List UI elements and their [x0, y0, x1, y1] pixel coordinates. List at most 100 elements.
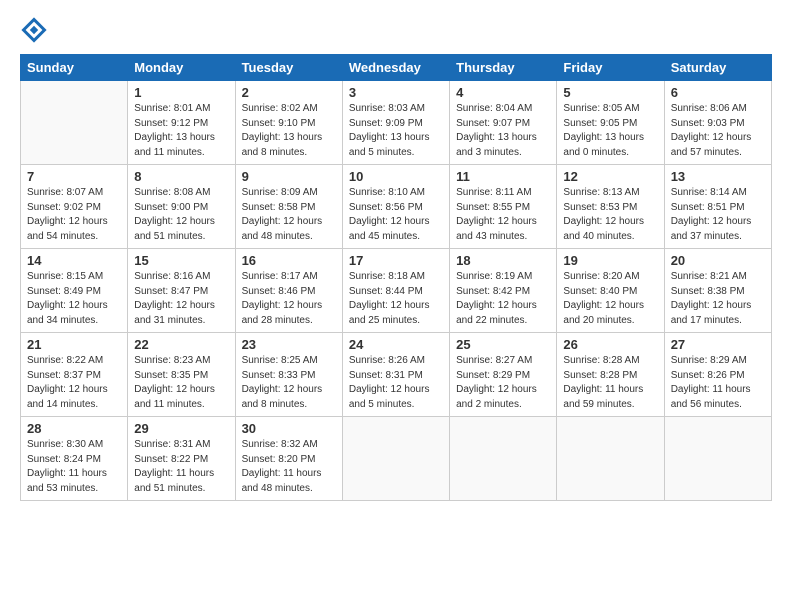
calendar-cell: 26 Sunrise: 8:28 AM Sunset: 8:28 PM Dayli… [557, 333, 664, 417]
calendar-cell: 23Sunrise: 8:25 AM Sunset: 8:33 PM Dayli… [235, 333, 342, 417]
calendar-week-3: 14 Sunrise: 8:15 AM Sunset: 8:49 PM Dayli… [21, 249, 772, 333]
calendar-cell: 7 Sunrise: 8:07 AM Sunset: 9:02 PM Daylig… [21, 165, 128, 249]
day-number: 3 [349, 85, 443, 100]
day-info: Sunrise: 8:28 AM Sunset: 8:28 PM Dayligh… [563, 354, 657, 412]
day-info: Sunrise: 8:03 AM Sunset: 9:09 PM Dayligh… [349, 102, 443, 160]
day-info: Sunrise: 8:17 AM Sunset: 8:46 PM Dayligh… [242, 270, 336, 328]
day-number: 22 [134, 337, 228, 352]
calendar-cell [342, 417, 449, 501]
calendar-cell: 27 Sunrise: 8:29 AM Sunset: 8:26 PM Dayli… [664, 333, 771, 417]
calendar-cell: 20 Sunrise: 8:21 AM Sunset: 8:38 PM Dayli… [664, 249, 771, 333]
calendar-week-5: 28 Sunrise: 8:30 AM Sunset: 8:24 PM Dayli… [21, 417, 772, 501]
day-info: Sunrise: 8:08 AM Sunset: 9:00 PM Dayligh… [134, 186, 228, 244]
day-number: 18 [456, 253, 550, 268]
day-number: 9 [242, 169, 336, 184]
day-number: 11 [456, 169, 550, 184]
calendar-header-row: SundayMondayTuesdayWednesdayThursdayFrid… [21, 55, 772, 81]
calendar-cell: 3 Sunrise: 8:03 AM Sunset: 9:09 PM Daylig… [342, 81, 449, 165]
day-info: Sunrise: 8:22 AM Sunset: 8:37 PM Dayligh… [27, 354, 121, 412]
day-number: 29 [134, 421, 228, 436]
day-number: 20 [671, 253, 765, 268]
day-info: Sunrise: 8:19 AM Sunset: 8:42 PM Dayligh… [456, 270, 550, 328]
day-info: Sunrise: 8:23 AM Sunset: 8:35 PM Dayligh… [134, 354, 228, 412]
calendar-week-4: 21Sunrise: 8:22 AM Sunset: 8:37 PM Dayli… [21, 333, 772, 417]
calendar-cell: 15Sunrise: 8:16 AM Sunset: 8:47 PM Dayli… [128, 249, 235, 333]
day-number: 19 [563, 253, 657, 268]
day-info: Sunrise: 8:05 AM Sunset: 9:05 PM Dayligh… [563, 102, 657, 160]
calendar-cell: 29 Sunrise: 8:31 AM Sunset: 8:22 PM Dayli… [128, 417, 235, 501]
day-number: 2 [242, 85, 336, 100]
day-info: Sunrise: 8:31 AM Sunset: 8:22 PM Dayligh… [134, 438, 228, 496]
day-info: Sunrise: 8:21 AM Sunset: 8:38 PM Dayligh… [671, 270, 765, 328]
day-number: 7 [27, 169, 121, 184]
day-info: Sunrise: 8:01 AM Sunset: 9:12 PM Dayligh… [134, 102, 228, 160]
calendar-cell: 17 Sunrise: 8:18 AM Sunset: 8:44 PM Dayli… [342, 249, 449, 333]
calendar-cell: 9 Sunrise: 8:09 AM Sunset: 8:58 PM Daylig… [235, 165, 342, 249]
day-number: 5 [563, 85, 657, 100]
day-number: 27 [671, 337, 765, 352]
day-info: Sunrise: 8:20 AM Sunset: 8:40 PM Dayligh… [563, 270, 657, 328]
calendar-cell: 19 Sunrise: 8:20 AM Sunset: 8:40 PM Dayli… [557, 249, 664, 333]
calendar-cell: 21Sunrise: 8:22 AM Sunset: 8:37 PM Dayli… [21, 333, 128, 417]
day-info: Sunrise: 8:29 AM Sunset: 8:26 PM Dayligh… [671, 354, 765, 412]
day-header-sunday: Sunday [21, 55, 128, 81]
day-number: 14 [27, 253, 121, 268]
calendar-cell: 11 Sunrise: 8:11 AM Sunset: 8:55 PM Dayli… [450, 165, 557, 249]
calendar-cell: 28 Sunrise: 8:30 AM Sunset: 8:24 PM Dayli… [21, 417, 128, 501]
day-info: Sunrise: 8:25 AM Sunset: 8:33 PM Dayligh… [242, 354, 336, 412]
day-info: Sunrise: 8:14 AM Sunset: 8:51 PM Dayligh… [671, 186, 765, 244]
calendar-week-2: 7 Sunrise: 8:07 AM Sunset: 9:02 PM Daylig… [21, 165, 772, 249]
calendar-cell: 16 Sunrise: 8:17 AM Sunset: 8:46 PM Dayli… [235, 249, 342, 333]
day-number: 4 [456, 85, 550, 100]
calendar-cell: 2 Sunrise: 8:02 AM Sunset: 9:10 PM Daylig… [235, 81, 342, 165]
calendar-cell: 10Sunrise: 8:10 AM Sunset: 8:56 PM Dayli… [342, 165, 449, 249]
calendar-cell: 25 Sunrise: 8:27 AM Sunset: 8:29 PM Dayli… [450, 333, 557, 417]
day-number: 24 [349, 337, 443, 352]
day-number: 8 [134, 169, 228, 184]
day-info: Sunrise: 8:30 AM Sunset: 8:24 PM Dayligh… [27, 438, 121, 496]
day-info: Sunrise: 8:02 AM Sunset: 9:10 PM Dayligh… [242, 102, 336, 160]
day-info: Sunrise: 8:13 AM Sunset: 8:53 PM Dayligh… [563, 186, 657, 244]
day-header-wednesday: Wednesday [342, 55, 449, 81]
calendar: SundayMondayTuesdayWednesdayThursdayFrid… [20, 54, 772, 501]
calendar-cell: 8 Sunrise: 8:08 AM Sunset: 9:00 PM Daylig… [128, 165, 235, 249]
calendar-cell [450, 417, 557, 501]
page: SundayMondayTuesdayWednesdayThursdayFrid… [0, 0, 792, 612]
day-number: 15 [134, 253, 228, 268]
calendar-cell: 13 Sunrise: 8:14 AM Sunset: 8:51 PM Dayli… [664, 165, 771, 249]
day-number: 6 [671, 85, 765, 100]
logo-icon [20, 16, 48, 44]
calendar-cell [664, 417, 771, 501]
day-header-tuesday: Tuesday [235, 55, 342, 81]
day-info: Sunrise: 8:15 AM Sunset: 8:49 PM Dayligh… [27, 270, 121, 328]
calendar-cell: 14 Sunrise: 8:15 AM Sunset: 8:49 PM Dayli… [21, 249, 128, 333]
day-number: 17 [349, 253, 443, 268]
header [20, 16, 772, 44]
day-number: 25 [456, 337, 550, 352]
logo [20, 16, 52, 44]
calendar-cell: 22 Sunrise: 8:23 AM Sunset: 8:35 PM Dayli… [128, 333, 235, 417]
day-number: 13 [671, 169, 765, 184]
day-number: 26 [563, 337, 657, 352]
day-info: Sunrise: 8:07 AM Sunset: 9:02 PM Dayligh… [27, 186, 121, 244]
day-info: Sunrise: 8:06 AM Sunset: 9:03 PM Dayligh… [671, 102, 765, 160]
day-header-saturday: Saturday [664, 55, 771, 81]
calendar-cell: 12 Sunrise: 8:13 AM Sunset: 8:53 PM Dayli… [557, 165, 664, 249]
day-info: Sunrise: 8:09 AM Sunset: 8:58 PM Dayligh… [242, 186, 336, 244]
day-number: 16 [242, 253, 336, 268]
calendar-week-1: 1 Sunrise: 8:01 AM Sunset: 9:12 PM Daylig… [21, 81, 772, 165]
calendar-cell: 6 Sunrise: 8:06 AM Sunset: 9:03 PM Daylig… [664, 81, 771, 165]
day-info: Sunrise: 8:10 AM Sunset: 8:56 PM Dayligh… [349, 186, 443, 244]
day-number: 28 [27, 421, 121, 436]
day-info: Sunrise: 8:27 AM Sunset: 8:29 PM Dayligh… [456, 354, 550, 412]
calendar-cell: 24Sunrise: 8:26 AM Sunset: 8:31 PM Dayli… [342, 333, 449, 417]
day-number: 1 [134, 85, 228, 100]
day-header-thursday: Thursday [450, 55, 557, 81]
day-number: 12 [563, 169, 657, 184]
calendar-cell: 1 Sunrise: 8:01 AM Sunset: 9:12 PM Daylig… [128, 81, 235, 165]
calendar-cell: 18 Sunrise: 8:19 AM Sunset: 8:42 PM Dayli… [450, 249, 557, 333]
day-info: Sunrise: 8:18 AM Sunset: 8:44 PM Dayligh… [349, 270, 443, 328]
day-header-monday: Monday [128, 55, 235, 81]
day-info: Sunrise: 8:11 AM Sunset: 8:55 PM Dayligh… [456, 186, 550, 244]
calendar-cell [557, 417, 664, 501]
